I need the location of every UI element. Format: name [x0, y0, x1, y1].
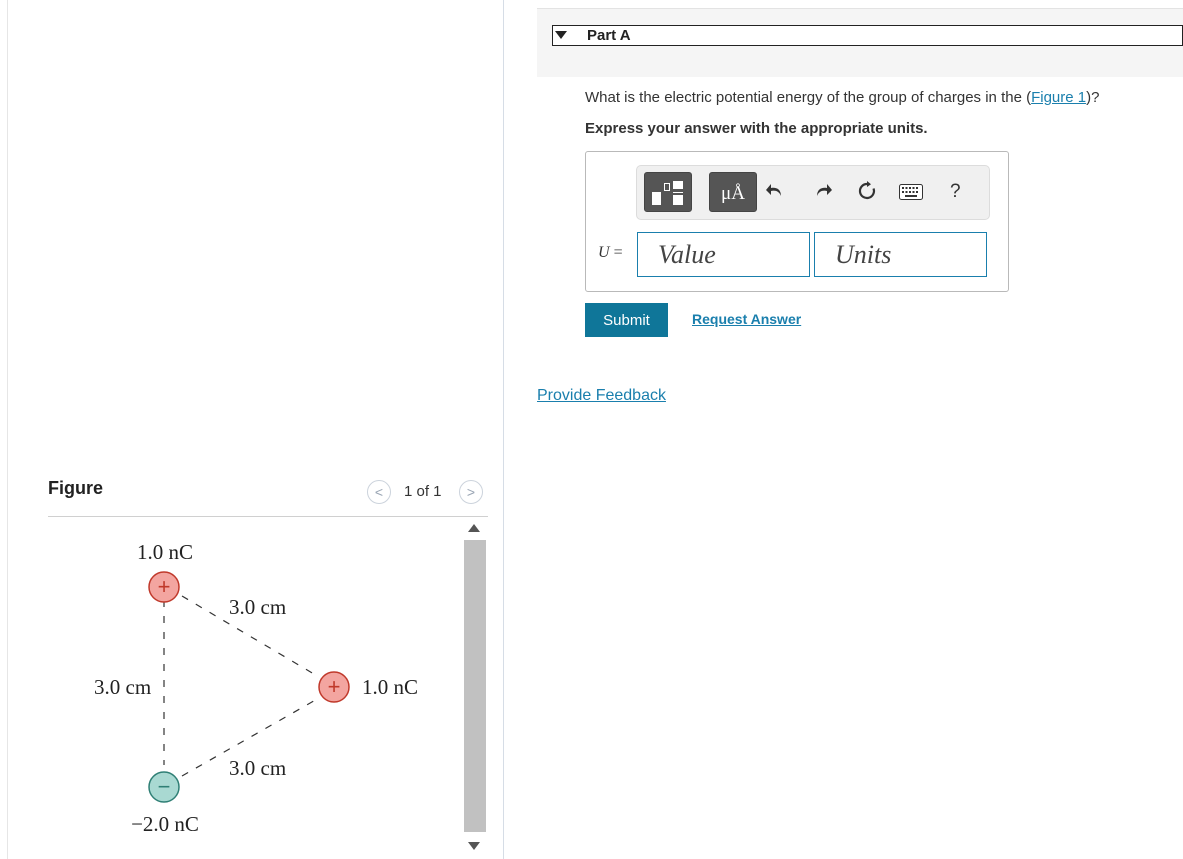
- scroll-down-arrow-icon[interactable]: [468, 842, 480, 850]
- templates-icon-part: [673, 192, 683, 193]
- units-button[interactable]: μÅ: [709, 172, 757, 212]
- next-figure-button[interactable]: >: [459, 480, 483, 504]
- answer-variable-label: U =: [598, 244, 623, 262]
- charge-diagram: + 1.0 nC + 1.0 nC − −2.0 nC 3.0 cm 3.0 c…: [94, 540, 418, 836]
- part-a-toggle[interactable]: Part A: [552, 25, 1183, 46]
- top-charge-label: 1.0 nC: [137, 540, 193, 564]
- templates-icon: [652, 192, 661, 205]
- units-symbol: μÅ: [721, 183, 745, 204]
- distance-label-left: 3.0 cm: [94, 675, 151, 699]
- reset-icon[interactable]: [856, 180, 878, 206]
- right-charge-sign: +: [328, 674, 341, 699]
- keyboard-icon[interactable]: [899, 184, 923, 204]
- redo-icon[interactable]: [813, 180, 833, 204]
- request-answer-link[interactable]: Request Answer: [692, 311, 801, 327]
- chevron-right-icon: >: [466, 484, 476, 500]
- figure-title: Figure: [48, 478, 104, 498]
- help-button[interactable]: ?: [950, 182, 961, 201]
- scroll-up-arrow-icon[interactable]: [468, 524, 480, 532]
- templates-icon-part: [664, 183, 670, 191]
- chevron-left-icon: <: [374, 484, 384, 500]
- right-charge-label: 1.0 nC: [362, 675, 418, 699]
- templates-button[interactable]: [644, 172, 692, 212]
- question-suffix: )?: [1086, 89, 1100, 106]
- units-input[interactable]: [814, 232, 987, 277]
- panel-divider: [503, 0, 504, 859]
- figure-rule: [48, 516, 488, 517]
- value-input[interactable]: [637, 232, 810, 277]
- left-edge: [7, 0, 8, 859]
- caret-down-icon: [555, 31, 567, 39]
- bottom-charge-sign: −: [158, 774, 171, 799]
- figure-pager: 1 of 1: [404, 483, 442, 500]
- figure-link[interactable]: Figure 1: [1031, 89, 1086, 106]
- answer-equals: =: [609, 244, 623, 261]
- top-charge-sign: +: [158, 574, 171, 599]
- previous-figure-button[interactable]: <: [367, 480, 391, 504]
- provide-feedback-link[interactable]: Provide Feedback: [537, 387, 666, 405]
- question-prefix: What is the electric potential energy of…: [585, 89, 1032, 106]
- figure-scrollbar[interactable]: [464, 540, 486, 832]
- templates-icon-part: [673, 195, 683, 205]
- distance-label-top: 3.0 cm: [229, 595, 286, 619]
- answer-toolbar: μÅ ?: [636, 165, 990, 220]
- submit-button[interactable]: Submit: [585, 303, 668, 337]
- templates-icon-part: [673, 181, 683, 189]
- answer-variable: U: [598, 244, 610, 261]
- part-label: Part A: [587, 27, 631, 44]
- bottom-charge-label: −2.0 nC: [131, 812, 199, 836]
- instruction-text: Express your answer with the appropriate…: [585, 120, 928, 137]
- distance-label-bottom: 3.0 cm: [229, 756, 286, 780]
- undo-icon[interactable]: [765, 180, 785, 204]
- question-text: What is the electric potential energy of…: [585, 89, 1099, 106]
